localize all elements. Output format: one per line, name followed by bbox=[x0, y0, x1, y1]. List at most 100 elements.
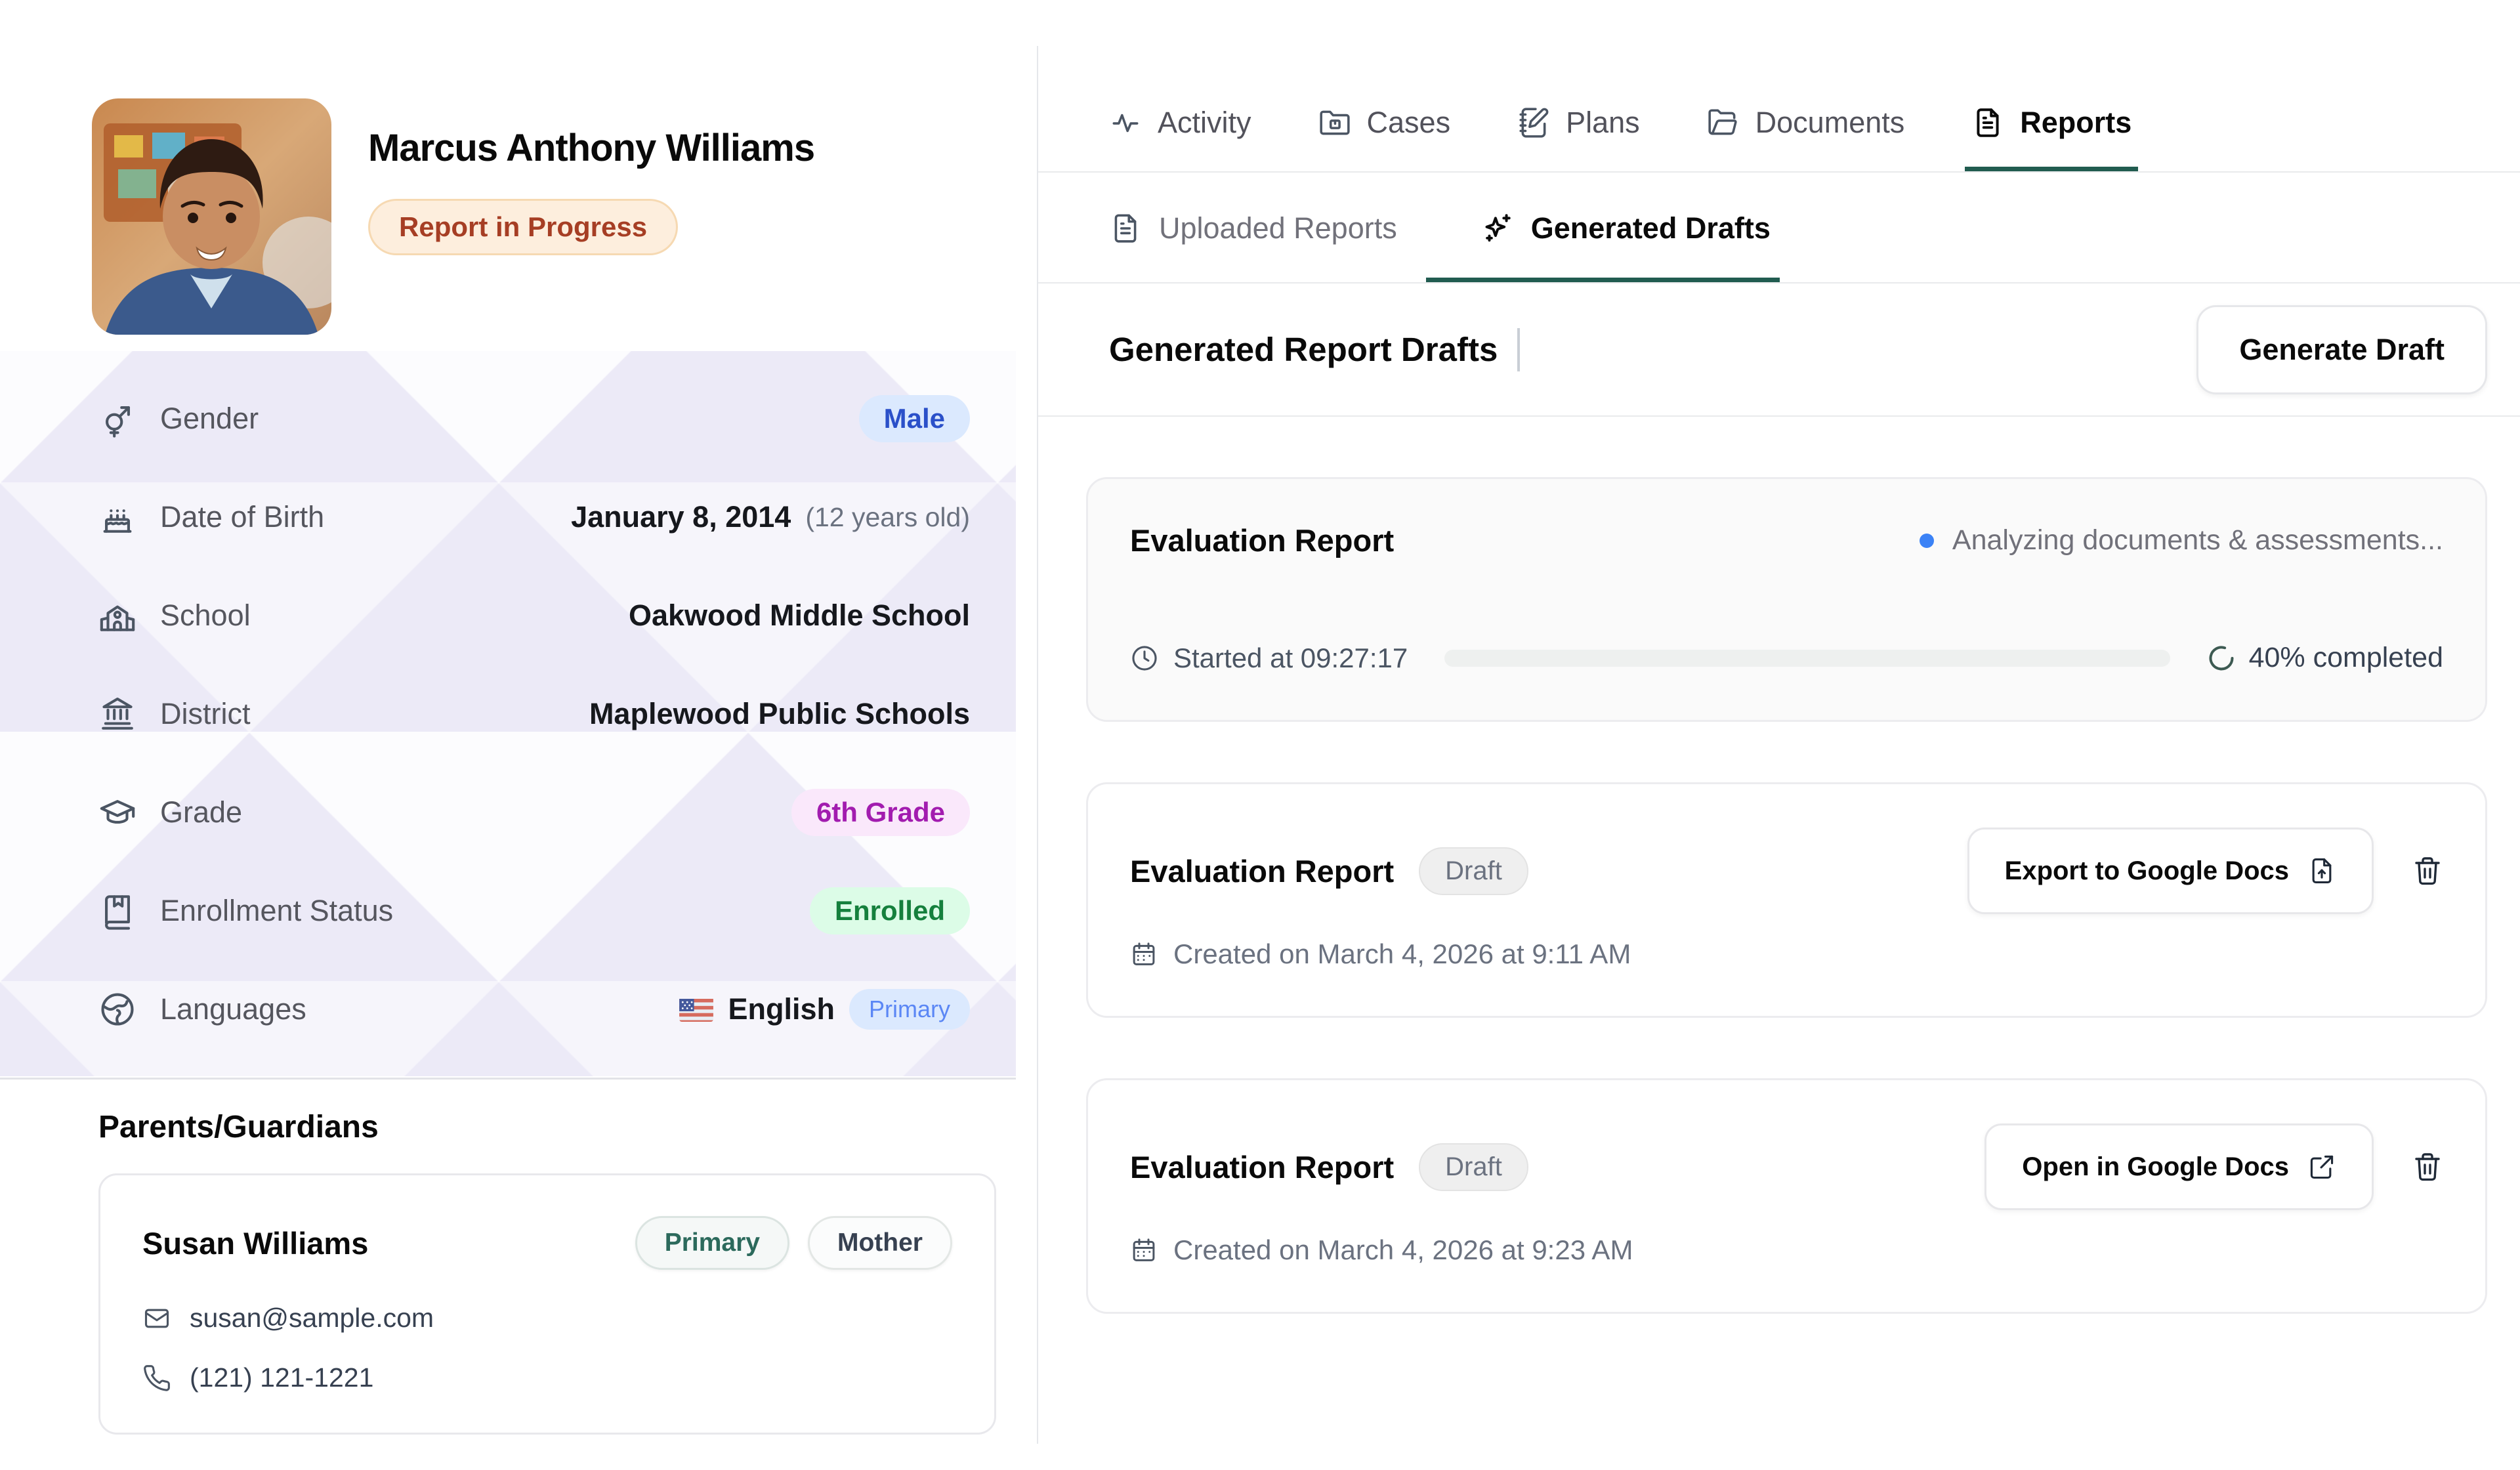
subtab-uploaded-reports[interactable]: Uploaded Reports bbox=[1109, 173, 1397, 284]
detail-row-district: District Maplewood Public Schools bbox=[98, 665, 970, 763]
guardian-phone-row: (121) 121-1221 bbox=[142, 1362, 952, 1393]
us-flag-icon bbox=[679, 997, 713, 1022]
gender-badge: Male bbox=[859, 395, 970, 442]
generation-status: Analyzing documents & assessments... bbox=[1920, 524, 2443, 556]
student-profile-page: Marcus Anthony Williams Report in Progre… bbox=[0, 0, 2520, 1470]
calendar-icon bbox=[1130, 1236, 1158, 1264]
detail-row-enrollment: Enrollment Status Enrolled bbox=[98, 862, 970, 960]
clock-icon bbox=[1130, 644, 1159, 673]
grade-badge: 6th Grade bbox=[791, 789, 970, 836]
detail-row-school: School Oakwood Middle School bbox=[98, 566, 970, 665]
student-details-list: Gender Male Date of Birth January 8, 201… bbox=[0, 351, 1016, 1076]
created-date: Created on March 4, 2026 at 9:23 AM bbox=[1173, 1234, 1633, 1266]
created-date: Created on March 4, 2026 at 9:11 AM bbox=[1173, 938, 1631, 970]
school-value: Oakwood Middle School bbox=[629, 598, 970, 633]
draft-card-export: Evaluation Report Draft Export to Google… bbox=[1086, 782, 2487, 1018]
guardian-email: susan@sample.com bbox=[190, 1303, 434, 1334]
draft-status-badge: Draft bbox=[1419, 1143, 1528, 1191]
language-primary-badge: Primary bbox=[849, 989, 970, 1030]
guardian-primary-badge: Primary bbox=[635, 1216, 789, 1270]
enrollment-badge: Enrolled bbox=[810, 887, 970, 934]
file-text-icon bbox=[1109, 212, 1142, 245]
trash-icon bbox=[2412, 1151, 2443, 1183]
reports-panel: Activity Cases bbox=[1038, 0, 2520, 1470]
mail-icon bbox=[142, 1304, 171, 1333]
calendar-icon bbox=[1130, 940, 1158, 968]
progress-percent: 40% completed bbox=[2207, 642, 2443, 674]
guardian-email-row: susan@sample.com bbox=[142, 1303, 952, 1334]
export-to-google-docs-button[interactable]: Export to Google Docs bbox=[1967, 828, 2374, 914]
parents-heading: Parents/Guardians bbox=[98, 1109, 379, 1145]
detail-label: Enrollment Status bbox=[160, 894, 786, 928]
student-name: Marcus Anthony Williams bbox=[368, 126, 814, 170]
folder-open-icon bbox=[1707, 106, 1740, 139]
guardian-name: Susan Williams bbox=[142, 1225, 368, 1261]
detail-row-gender: Gender Male bbox=[98, 369, 970, 468]
detail-label: School bbox=[160, 598, 605, 633]
delete-draft-button[interactable] bbox=[2412, 1151, 2443, 1183]
tab-reports[interactable]: Reports bbox=[1971, 0, 2132, 140]
language-value: English bbox=[728, 992, 835, 1026]
status-text: Analyzing documents & assessments... bbox=[1952, 524, 2443, 556]
drafts-header-divider bbox=[1038, 415, 2520, 417]
detail-row-grade: Grade 6th Grade bbox=[98, 763, 970, 862]
created-date-row: Created on March 4, 2026 at 9:23 AM bbox=[1130, 1234, 2443, 1266]
draft-card-open: Evaluation Report Draft Open in Google D… bbox=[1086, 1078, 2487, 1314]
status-dot-icon bbox=[1920, 534, 1934, 548]
school-icon bbox=[98, 597, 136, 635]
folder-cases-icon bbox=[1318, 106, 1351, 139]
globe-icon bbox=[98, 990, 136, 1028]
student-sidebar: Marcus Anthony Williams Report in Progre… bbox=[0, 0, 1037, 1470]
tab-cases[interactable]: Cases bbox=[1318, 0, 1451, 140]
draft-card-title: Evaluation Report bbox=[1130, 522, 1394, 558]
open-in-google-docs-button[interactable]: Open in Google Docs bbox=[1984, 1124, 2374, 1210]
detail-label: Grade bbox=[160, 795, 768, 830]
profile-header-text: Marcus Anthony Williams Report in Progre… bbox=[368, 98, 814, 335]
drafts-header: Generated Report Drafts Generate Draft bbox=[1109, 284, 2487, 415]
detail-label: Date of Birth bbox=[160, 500, 547, 534]
book-icon bbox=[98, 892, 136, 930]
student-photo-placeholder bbox=[92, 98, 331, 335]
guardian-card: Susan Williams Primary Mother susan@samp… bbox=[98, 1173, 996, 1435]
report-status-badge: Report in Progress bbox=[368, 199, 678, 255]
created-date-row: Created on March 4, 2026 at 9:11 AM bbox=[1130, 938, 2443, 970]
drafts-title: Generated Report Drafts bbox=[1109, 330, 1498, 369]
sidebar-divider bbox=[0, 1078, 1016, 1080]
tab-plans[interactable]: Plans bbox=[1517, 0, 1640, 140]
file-upload-icon bbox=[2307, 856, 2336, 885]
guardian-phone: (121) 121-1221 bbox=[190, 1362, 373, 1393]
detail-row-dob: Date of Birth January 8, 2014 (12 years … bbox=[98, 468, 970, 566]
student-avatar bbox=[92, 98, 331, 335]
subtab-generated-drafts[interactable]: Generated Drafts bbox=[1481, 173, 1771, 284]
sparkles-icon bbox=[1481, 212, 1514, 245]
generate-draft-button[interactable]: Generate Draft bbox=[2196, 305, 2487, 394]
tab-activity[interactable]: Activity bbox=[1109, 0, 1251, 140]
text-cursor bbox=[1517, 328, 1520, 371]
detail-row-languages: Languages English bbox=[98, 960, 970, 1059]
notebook-pen-icon bbox=[1517, 106, 1550, 139]
draft-card-title: Evaluation Report bbox=[1130, 1149, 1394, 1185]
started-at: Started at 09:27:17 bbox=[1130, 642, 1408, 674]
detail-label: Gender bbox=[160, 402, 835, 436]
detail-label: District bbox=[160, 697, 566, 731]
spinner-icon bbox=[2207, 644, 2236, 673]
progress-bar bbox=[1444, 650, 2170, 667]
file-text-icon bbox=[1971, 106, 2004, 139]
main-tab-bar: Activity Cases bbox=[1109, 0, 2132, 173]
dob-value: January 8, 2014 bbox=[571, 500, 791, 534]
reports-subtab-bar: Uploaded Reports Generated Drafts bbox=[1109, 173, 1771, 284]
external-link-icon bbox=[2307, 1152, 2336, 1181]
tab-documents[interactable]: Documents bbox=[1707, 0, 1905, 140]
district-value: Maplewood Public Schools bbox=[589, 697, 970, 731]
detail-label: Languages bbox=[160, 992, 656, 1026]
phone-icon bbox=[142, 1364, 171, 1393]
delete-draft-button[interactable] bbox=[2412, 855, 2443, 887]
graduation-cap-icon bbox=[98, 793, 136, 831]
draft-cards-list: Evaluation Report Analyzing documents & … bbox=[1086, 477, 2487, 1314]
landmark-icon bbox=[98, 695, 136, 733]
activity-icon bbox=[1109, 106, 1142, 139]
guardian-relation-badge: Mother bbox=[808, 1216, 952, 1270]
draft-card-in-progress: Evaluation Report Analyzing documents & … bbox=[1086, 477, 2487, 722]
profile-header: Marcus Anthony Williams Report in Progre… bbox=[92, 98, 814, 335]
draft-status-badge: Draft bbox=[1419, 847, 1528, 895]
